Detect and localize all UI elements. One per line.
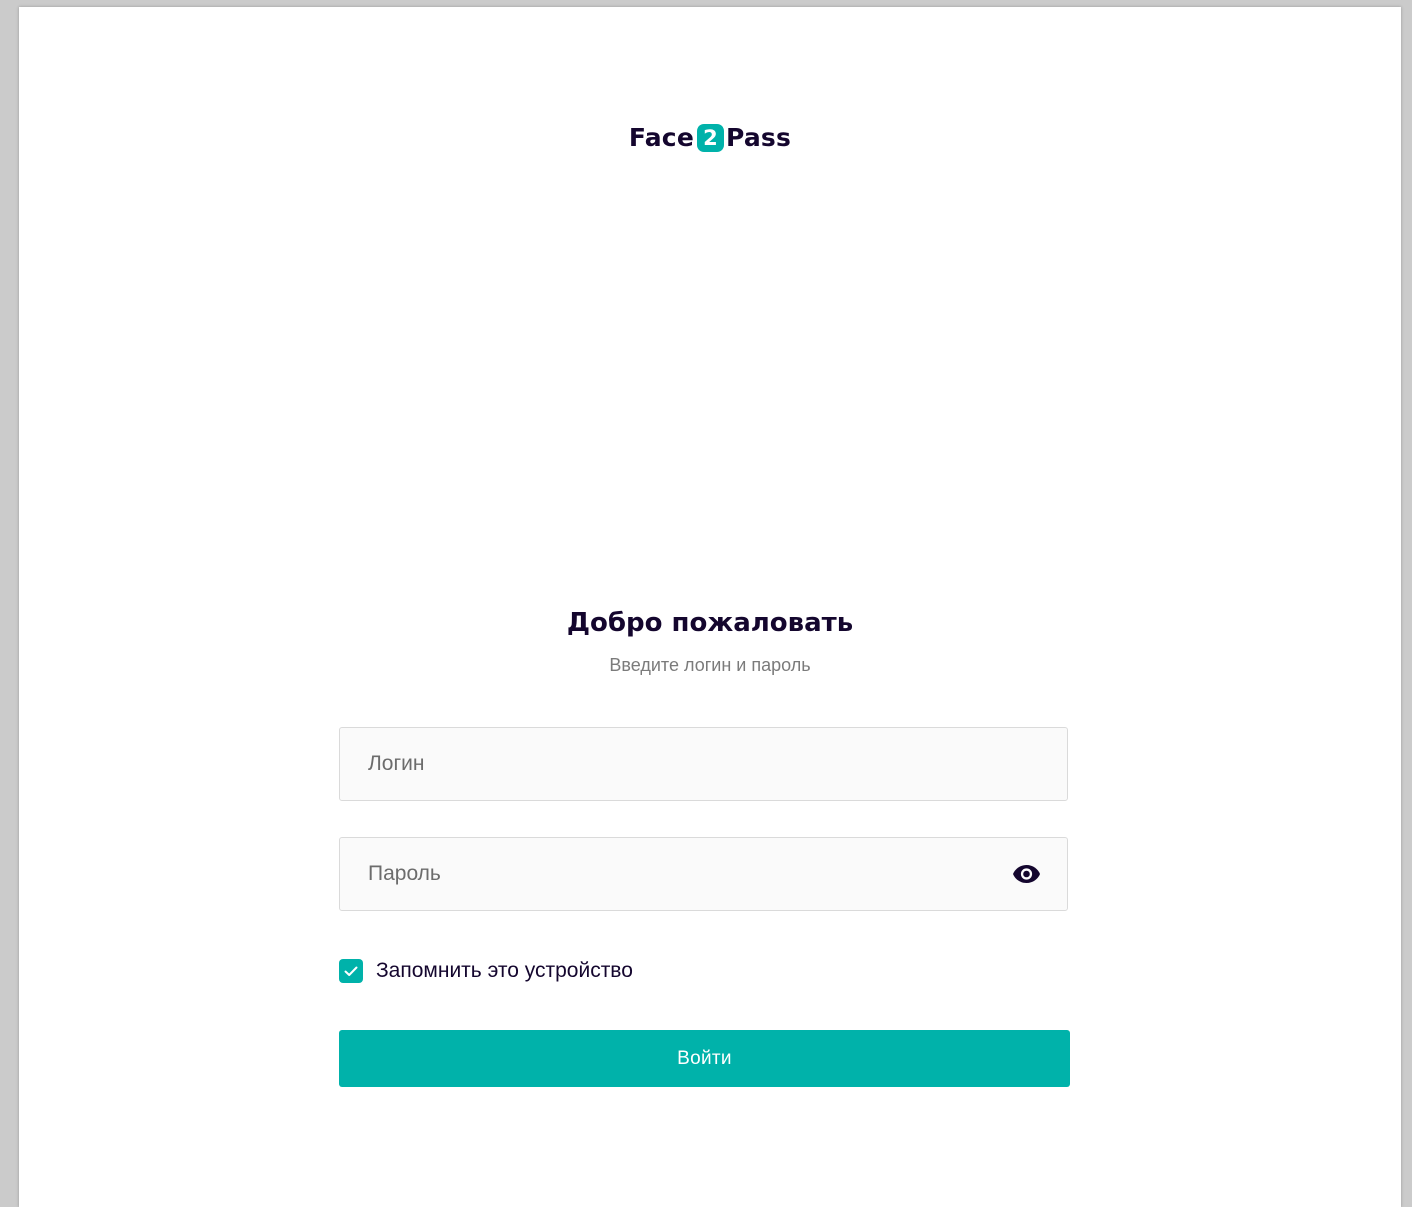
remember-checkbox[interactable] bbox=[339, 959, 363, 983]
remember-device[interactable]: Запомнить это устройство bbox=[339, 959, 633, 983]
login-button[interactable]: Войти bbox=[339, 1030, 1070, 1087]
password-field bbox=[339, 837, 1068, 911]
logo-text-pass: Pass bbox=[725, 123, 792, 152]
remember-label: Запомнить это устройство bbox=[376, 959, 633, 982]
welcome-subheading: Введите логин и пароль bbox=[609, 655, 811, 675]
login-page: Face 2 Pass Добро пожаловать Введите лог… bbox=[19, 7, 1401, 1207]
checkmark-icon bbox=[344, 966, 358, 976]
welcome-heading: Добро пожаловать bbox=[566, 608, 854, 638]
login-field bbox=[339, 727, 1068, 801]
login-input[interactable] bbox=[340, 728, 1067, 800]
password-input[interactable] bbox=[340, 838, 1012, 910]
logo-badge: 2 bbox=[696, 123, 724, 152]
logo-text-face: Face bbox=[628, 123, 694, 152]
eye-icon[interactable] bbox=[1012, 860, 1040, 888]
face2pass-logo: Face 2 Pass bbox=[19, 123, 1401, 152]
